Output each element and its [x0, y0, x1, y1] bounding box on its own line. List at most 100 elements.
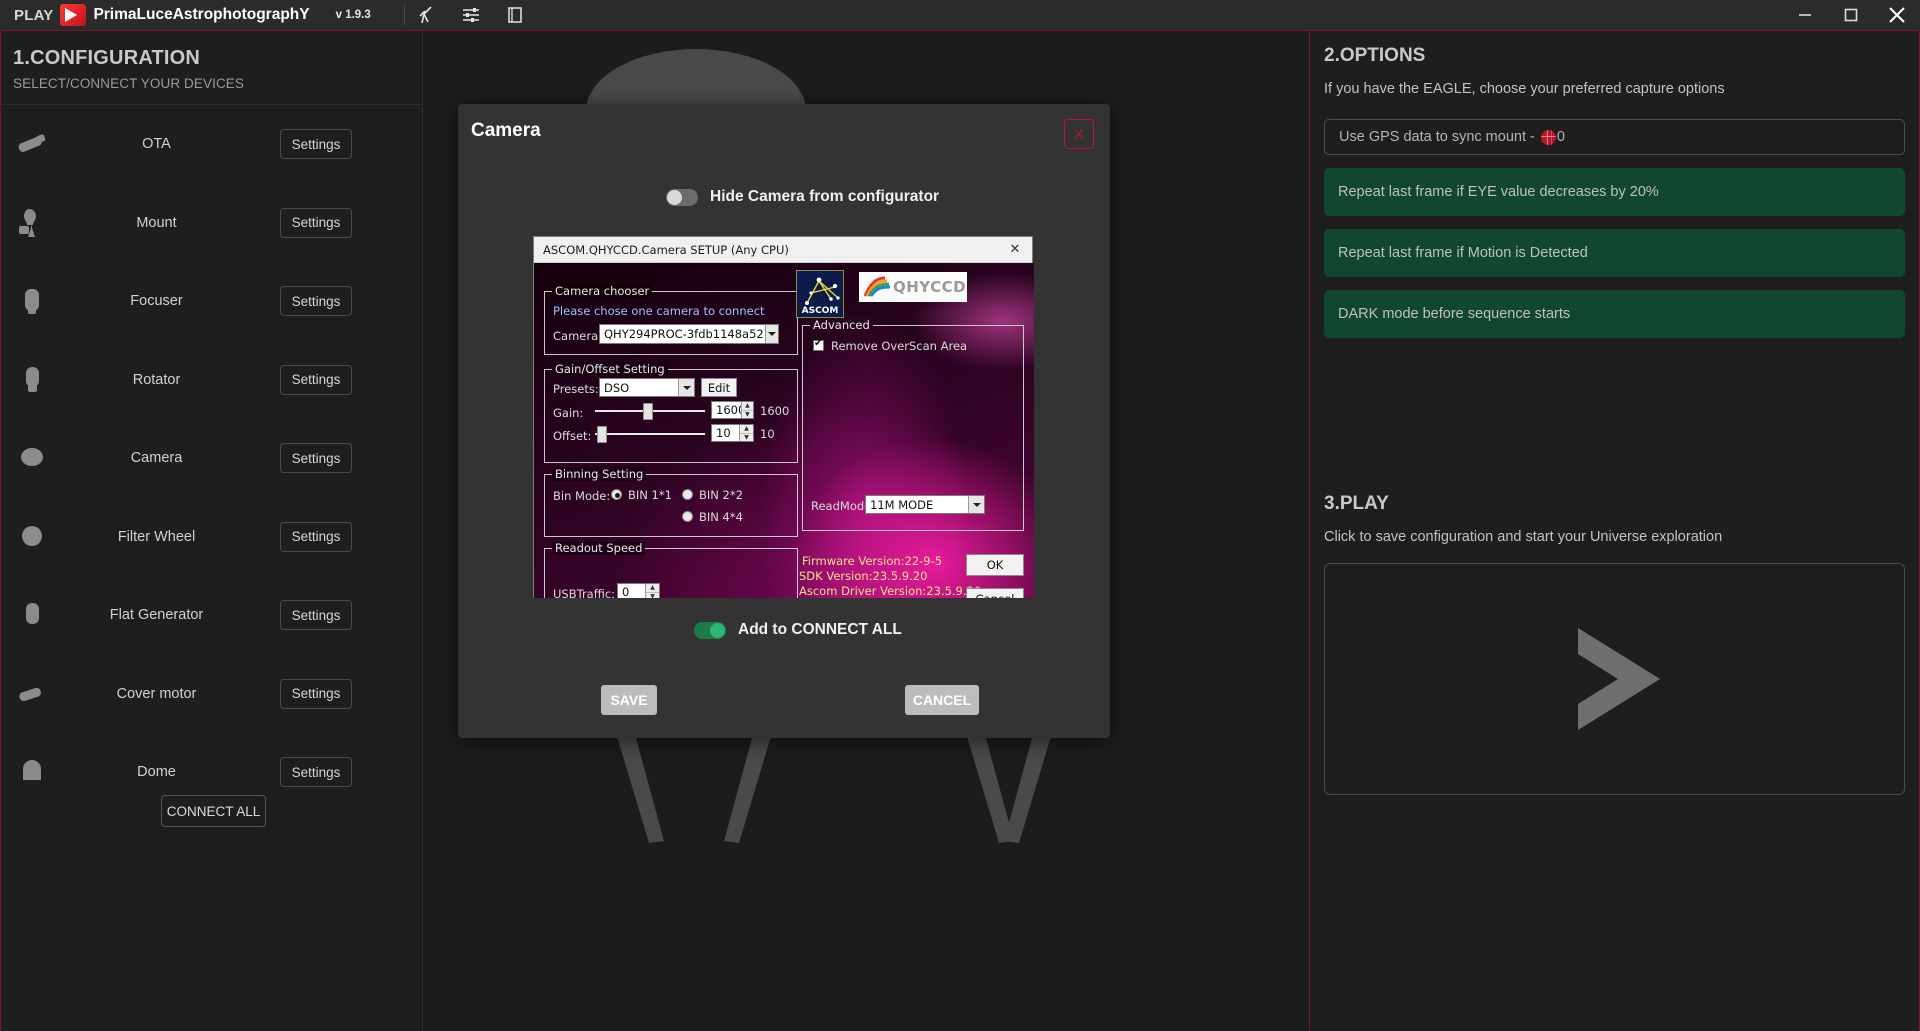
usb-spin-buttons[interactable]: ▲ ▼: [645, 584, 659, 598]
options-description: If you have the EAGLE, choose your prefe…: [1324, 81, 1725, 97]
camera-select-combo[interactable]: QHY294PROC-3fdb1148a527236e: [599, 324, 779, 344]
remove-overscan-label: Remove OverScan Area: [831, 339, 968, 353]
ascom-driver-version-text: Ascom Driver Version:23.5.9.20: [799, 584, 982, 598]
globe-icon: [1540, 129, 1556, 145]
offset-readout: 10: [760, 427, 775, 441]
gain-value-spinner[interactable]: 1600 ▲▼: [711, 401, 754, 419]
ascom-ok-button[interactable]: OK: [966, 554, 1024, 576]
window-close-button[interactable]: [1874, 0, 1920, 31]
gain-spin-buttons[interactable]: ▲ ▼: [740, 402, 753, 418]
option-repeat-eye[interactable]: Repeat last frame if EYE value decreases…: [1324, 168, 1905, 216]
ascom-body: Camera chooser Please chose one camera t…: [534, 263, 1034, 598]
chevron-down-icon[interactable]: [764, 325, 778, 343]
gps-sync-value: 0: [1556, 129, 1565, 145]
qhyccd-logo-icon: QHYCCD: [859, 272, 967, 302]
option-dark-mode[interactable]: DARK mode before sequence starts: [1324, 290, 1905, 338]
remove-overscan-checkbox[interactable]: [813, 338, 824, 351]
add-connect-all-row: Add to CONNECT ALL: [694, 621, 902, 639]
play-description: Click to save configuration and start yo…: [1324, 529, 1723, 545]
camera-modal-close-button[interactable]: X: [1064, 119, 1094, 149]
presets-edit-button[interactable]: Edit: [701, 378, 737, 397]
settings-button-flat-generator[interactable]: Settings: [280, 600, 352, 631]
gain-label: Gain:: [553, 406, 584, 420]
device-label: Mount: [136, 214, 177, 231]
device-row-ota[interactable]: OTA Settings: [1, 105, 422, 184]
settings-button-rotator[interactable]: Settings: [280, 364, 352, 395]
offset-value: 10: [716, 426, 731, 440]
window-maximize-button[interactable]: [1828, 0, 1874, 31]
sliders-icon[interactable]: [449, 0, 493, 31]
settings-button-ota[interactable]: Settings: [280, 129, 352, 160]
device-label: Flat Generator: [109, 607, 204, 624]
title-bar: PLAY PrimaLuceAstrophotographY v 1.9.3: [0, 0, 1920, 31]
device-row-cover-motor[interactable]: Cover motor Settings: [1, 655, 422, 734]
play-title: 3.PLAY: [1324, 493, 1389, 514]
telescope-icon[interactable]: [405, 0, 449, 31]
presets-label: Presets:: [553, 382, 599, 396]
connect-all-button[interactable]: CONNECT ALL: [161, 795, 266, 827]
offset-value-spinner[interactable]: 10 ▲ ▼: [711, 424, 754, 442]
advanced-group: Advanced Remove OverScan Area ReadMode: …: [802, 318, 1024, 531]
offset-slider-thumb[interactable]: [597, 426, 608, 443]
configuration-subtitle: SELECT/CONNECT YOUR DEVICES: [13, 76, 245, 91]
offset-label: Offset:: [553, 429, 592, 443]
presets-combo[interactable]: DSO: [599, 378, 695, 397]
modal-save-button[interactable]: SAVE: [601, 685, 657, 715]
gain-readout: 1600: [760, 404, 790, 418]
bin-1x1-label: BIN 1*1: [628, 488, 672, 502]
chevron-down-icon[interactable]: [968, 496, 984, 513]
add-connect-all-toggle[interactable]: [694, 621, 726, 639]
gain-slider[interactable]: [595, 403, 705, 420]
option-repeat-motion[interactable]: Repeat last frame if Motion is Detected: [1324, 229, 1905, 277]
device-label: Filter Wheel: [117, 528, 196, 545]
camera-select-value: QHY294PROC-3fdb1148a527236e: [604, 327, 765, 341]
offset-spin-buttons[interactable]: ▲ ▼: [739, 425, 753, 441]
option-label: DARK mode before sequence starts: [1338, 306, 1571, 322]
bin-4x4-label: BIN 4*4: [699, 510, 743, 524]
book-icon[interactable]: [493, 0, 537, 31]
device-row-filter-wheel[interactable]: Filter Wheel Settings: [1, 498, 422, 577]
bin-4x4-radio[interactable]: [682, 511, 693, 522]
hide-camera-label: Hide Camera from configurator: [710, 188, 940, 205]
device-row-flat-generator[interactable]: Flat Generator Settings: [1, 576, 422, 655]
ascom-close-button[interactable]: ✕: [998, 237, 1032, 263]
qhyccd-logo-text: QHYCCD: [893, 278, 967, 296]
bin-1x1-radio[interactable]: [611, 489, 622, 500]
gps-sync-option[interactable]: Use GPS data to sync mount - 0: [1324, 119, 1905, 155]
readmode-combo[interactable]: 11M MODE: [865, 495, 985, 514]
app-brand-title: PrimaLuceAstrophotographY: [93, 6, 310, 23]
settings-button-cover-motor[interactable]: Settings: [280, 678, 352, 709]
presets-value: DSO: [604, 380, 630, 395]
configuration-title: 1.CONFIGURATION: [13, 47, 201, 69]
settings-button-filter-wheel[interactable]: Settings: [280, 521, 352, 552]
modal-cancel-button[interactable]: CANCEL: [905, 685, 979, 715]
bin-2x2-radio[interactable]: [682, 489, 693, 500]
device-row-rotator[interactable]: Rotator Settings: [1, 341, 422, 420]
camera-chooser-hint: Please chose one camera to connect: [553, 304, 765, 318]
device-row-camera[interactable]: Camera Settings: [1, 419, 422, 498]
hide-camera-toggle[interactable]: [666, 188, 698, 206]
gain-value: 1600: [716, 403, 741, 417]
usb-traffic-spinner[interactable]: 0 ▲ ▼: [617, 583, 660, 598]
device-label: OTA: [142, 136, 171, 153]
settings-button-focuser[interactable]: Settings: [280, 286, 352, 317]
chevron-down-icon[interactable]: [678, 379, 694, 396]
options-panel: 2.OPTIONS If you have the EAGLE, choose …: [1309, 31, 1920, 1031]
option-label: Repeat last frame if Motion is Detected: [1338, 245, 1588, 261]
ascom-setup-dialog: ASCOM.QHYCCD.Camera SETUP (Any CPU) ✕ Ca…: [533, 236, 1034, 598]
device-row-mount[interactable]: Mount Settings: [1, 184, 422, 263]
device-row-focuser[interactable]: Focuser Settings: [1, 262, 422, 341]
window-minimize-button[interactable]: [1782, 0, 1828, 31]
sdk-version-text: SDK Version:23.5.9.20: [799, 569, 928, 583]
offset-slider[interactable]: [595, 426, 705, 443]
settings-button-dome[interactable]: Settings: [280, 757, 352, 788]
usb-traffic-label: USBTraffic:: [553, 587, 616, 598]
settings-button-camera[interactable]: Settings: [280, 443, 352, 474]
app-logo-icon: [60, 4, 87, 26]
ascom-logo-text: ASCOM: [801, 306, 839, 316]
ascom-cancel-button[interactable]: Cancel: [966, 588, 1024, 598]
gain-slider-thumb[interactable]: [643, 403, 654, 420]
settings-button-mount[interactable]: Settings: [280, 207, 352, 238]
play-button[interactable]: [1324, 563, 1905, 795]
add-connect-all-label: Add to CONNECT ALL: [738, 621, 902, 638]
